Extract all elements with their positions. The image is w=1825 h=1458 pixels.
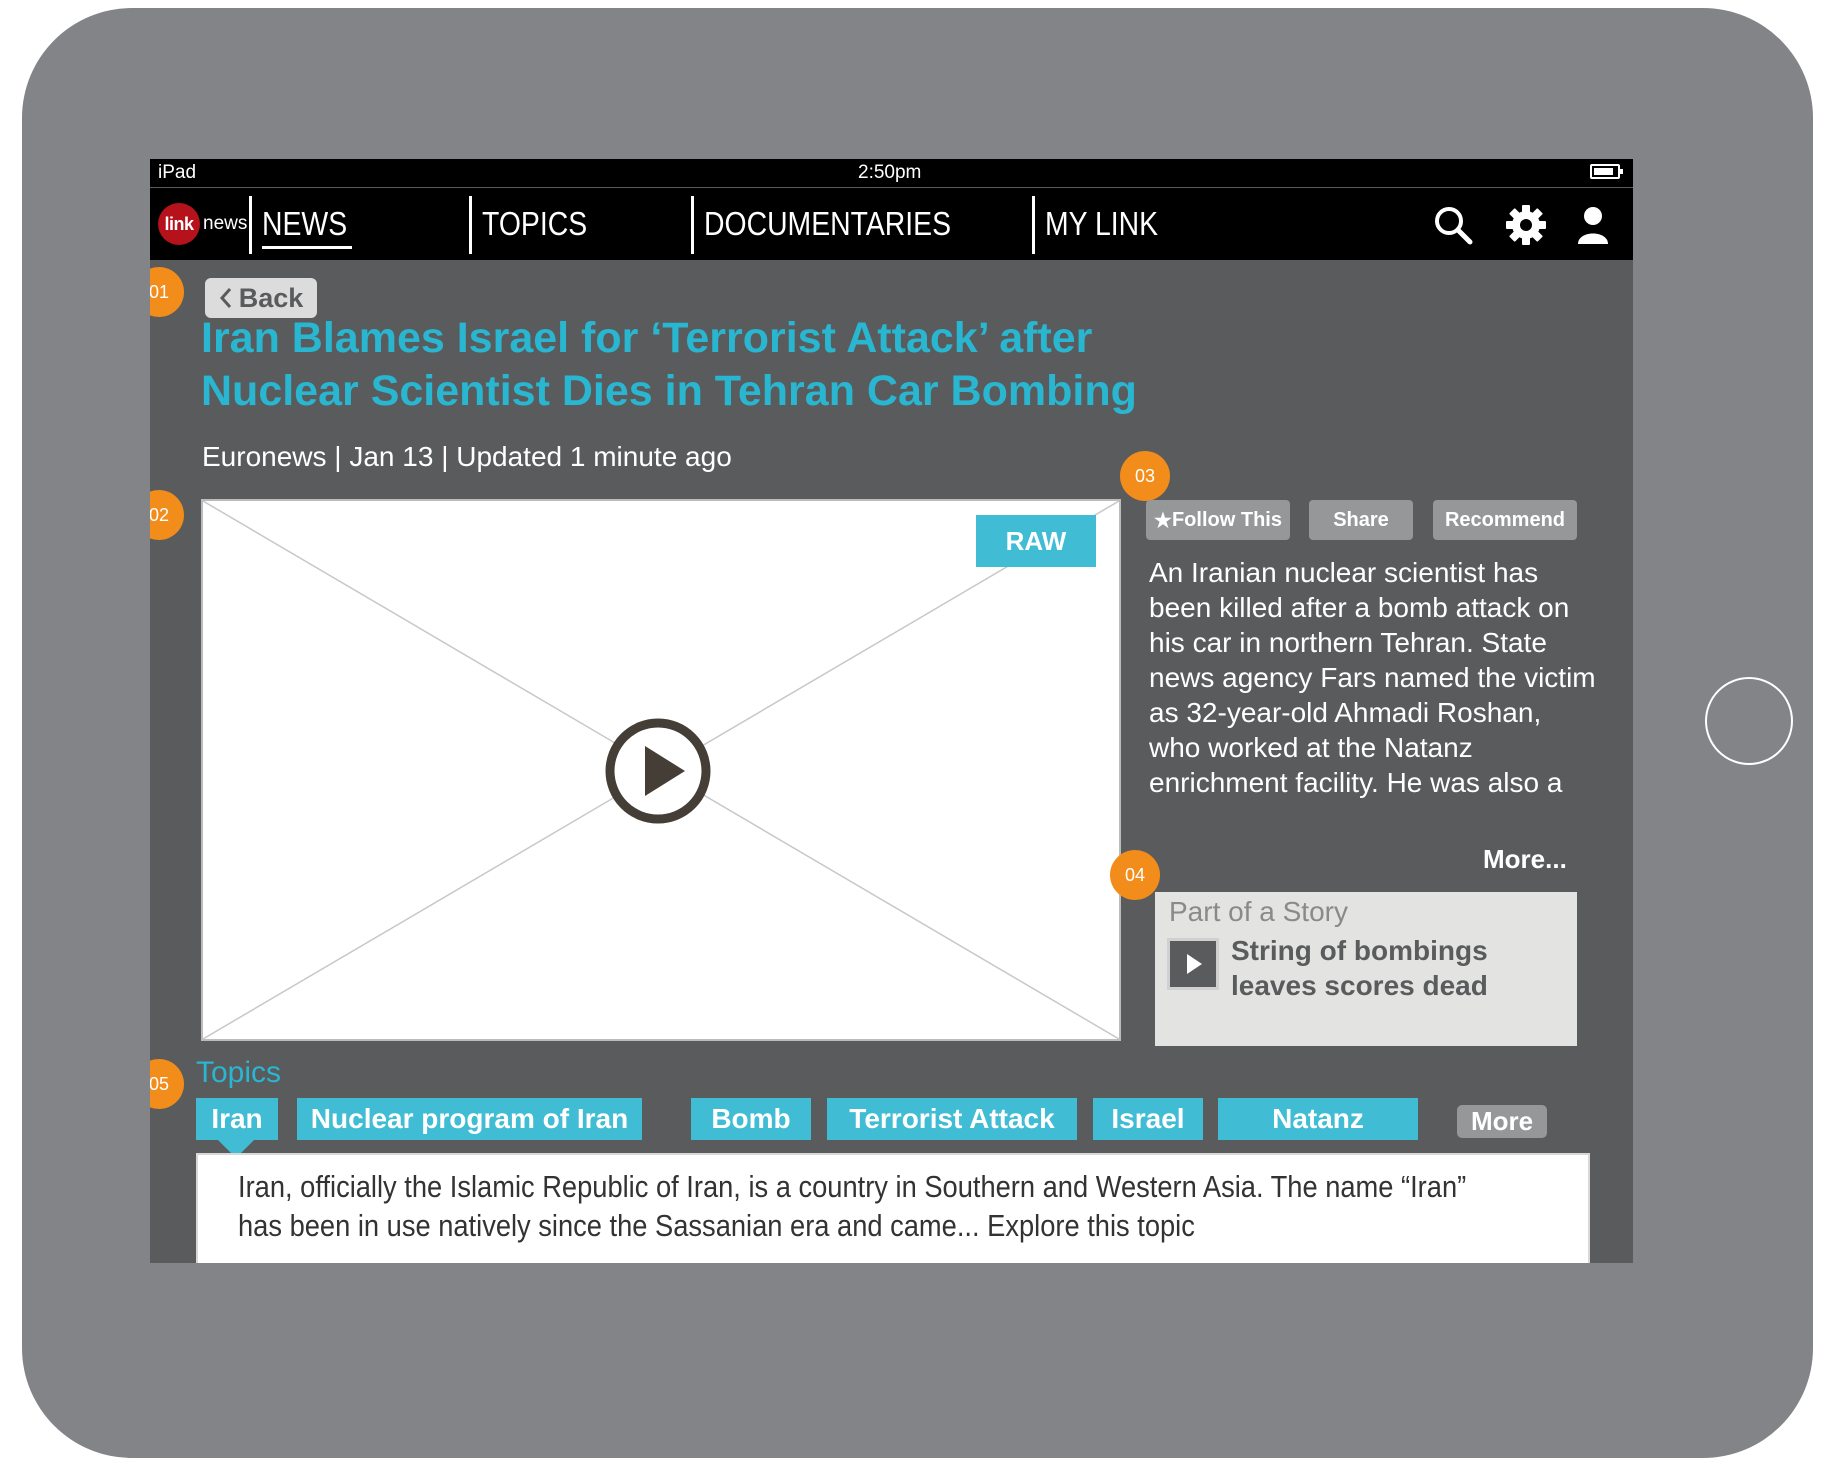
nav-my-link-label: MY LINK: [1045, 205, 1159, 242]
summary-more-link[interactable]: More...: [1483, 844, 1567, 875]
back-label: Back: [238, 282, 304, 313]
search-icon[interactable]: [1432, 204, 1474, 246]
video-player[interactable]: RAW: [201, 499, 1121, 1041]
article-headline: Iran Blames Israel for ‘Terrorist Attack…: [201, 314, 1137, 415]
recommend-button[interactable]: Recommend: [1433, 500, 1577, 540]
topic-tag-nuclear-program[interactable]: Nuclear program of Iran: [297, 1098, 642, 1140]
follow-button[interactable]: ★ Follow This: [1146, 500, 1290, 540]
topics-heading: Topics: [196, 1056, 282, 1089]
link-news-logo[interactable]: link news: [158, 202, 247, 246]
active-nav-underline: [262, 246, 352, 249]
nav-my-link[interactable]: MY LINK: [1032, 196, 1232, 254]
story-play-icon[interactable]: [1167, 938, 1219, 990]
topic-description: Iran, officially the Islamic Republic of…: [238, 1169, 1467, 1243]
chevron-left-icon: [219, 288, 231, 308]
topic-tag-terrorist-attack[interactable]: Terrorist Attack: [827, 1098, 1077, 1140]
battery-icon: [1590, 164, 1623, 179]
play-triangle-icon: [1187, 954, 1202, 974]
play-icon[interactable]: [603, 716, 713, 826]
annotation-marker: 01: [150, 267, 184, 317]
story-label: Part of a Story: [1169, 896, 1348, 927]
nav-documentaries-label: DOCUMENTARIES: [704, 205, 952, 242]
article-view: 01 Back Iran Blames Israel for ‘Terroris…: [150, 260, 1633, 1263]
annotation-marker: 02: [150, 490, 184, 540]
part-of-story-card[interactable]: Part of a Story String of bombings leave…: [1155, 892, 1577, 1046]
app-screen: iPad 2:50pm link news NEWS TOPICS DOCUME…: [150, 159, 1633, 1263]
status-clock: 2:50pm: [858, 162, 922, 183]
topic-tag-bomb[interactable]: Bomb: [691, 1098, 811, 1140]
gear-icon[interactable]: [1505, 204, 1547, 246]
annotation-marker: 04: [1110, 850, 1160, 900]
topic-tag-israel[interactable]: Israel: [1093, 1098, 1203, 1140]
nav-topics[interactable]: TOPICS: [469, 196, 684, 254]
home-button[interactable]: [1705, 677, 1793, 765]
share-label: Share: [1333, 508, 1389, 531]
topic-tag-natanz[interactable]: Natanz: [1218, 1098, 1418, 1140]
article-summary: An Iranian nuclear scientist has been ki…: [1149, 557, 1596, 798]
article-byline: Euronews | Jan 13 | Updated 1 minute ago: [202, 441, 732, 472]
star-icon: ★: [1154, 509, 1172, 532]
follow-label: Follow This: [1171, 508, 1282, 531]
nav-news-label: NEWS: [262, 205, 348, 242]
status-bar: iPad 2:50pm: [150, 159, 1633, 187]
topic-tag-iran[interactable]: Iran: [196, 1098, 278, 1158]
top-navigation: link news NEWS TOPICS DOCUMENTARIES MY L…: [150, 188, 1633, 260]
annotation-marker: 03: [1120, 451, 1170, 501]
nav-documentaries[interactable]: DOCUMENTARIES: [691, 196, 1026, 254]
user-icon[interactable]: [1572, 204, 1614, 246]
raw-badge: RAW: [976, 515, 1096, 567]
story-title[interactable]: String of bombings leaves scores dead: [1231, 933, 1571, 1003]
topic-description-panel: Iran, officially the Islamic Republic of…: [196, 1153, 1590, 1263]
more-topics-button[interactable]: More: [1457, 1105, 1547, 1138]
device-name: iPad: [158, 162, 197, 183]
logo-badge: link: [158, 203, 200, 245]
nav-news[interactable]: NEWS: [249, 196, 419, 254]
share-button[interactable]: Share: [1309, 500, 1413, 540]
recommend-label: Recommend: [1444, 508, 1566, 531]
nav-topics-label: TOPICS: [482, 205, 588, 242]
logo-text: news: [203, 213, 248, 234]
annotation-marker: 05: [150, 1059, 184, 1109]
